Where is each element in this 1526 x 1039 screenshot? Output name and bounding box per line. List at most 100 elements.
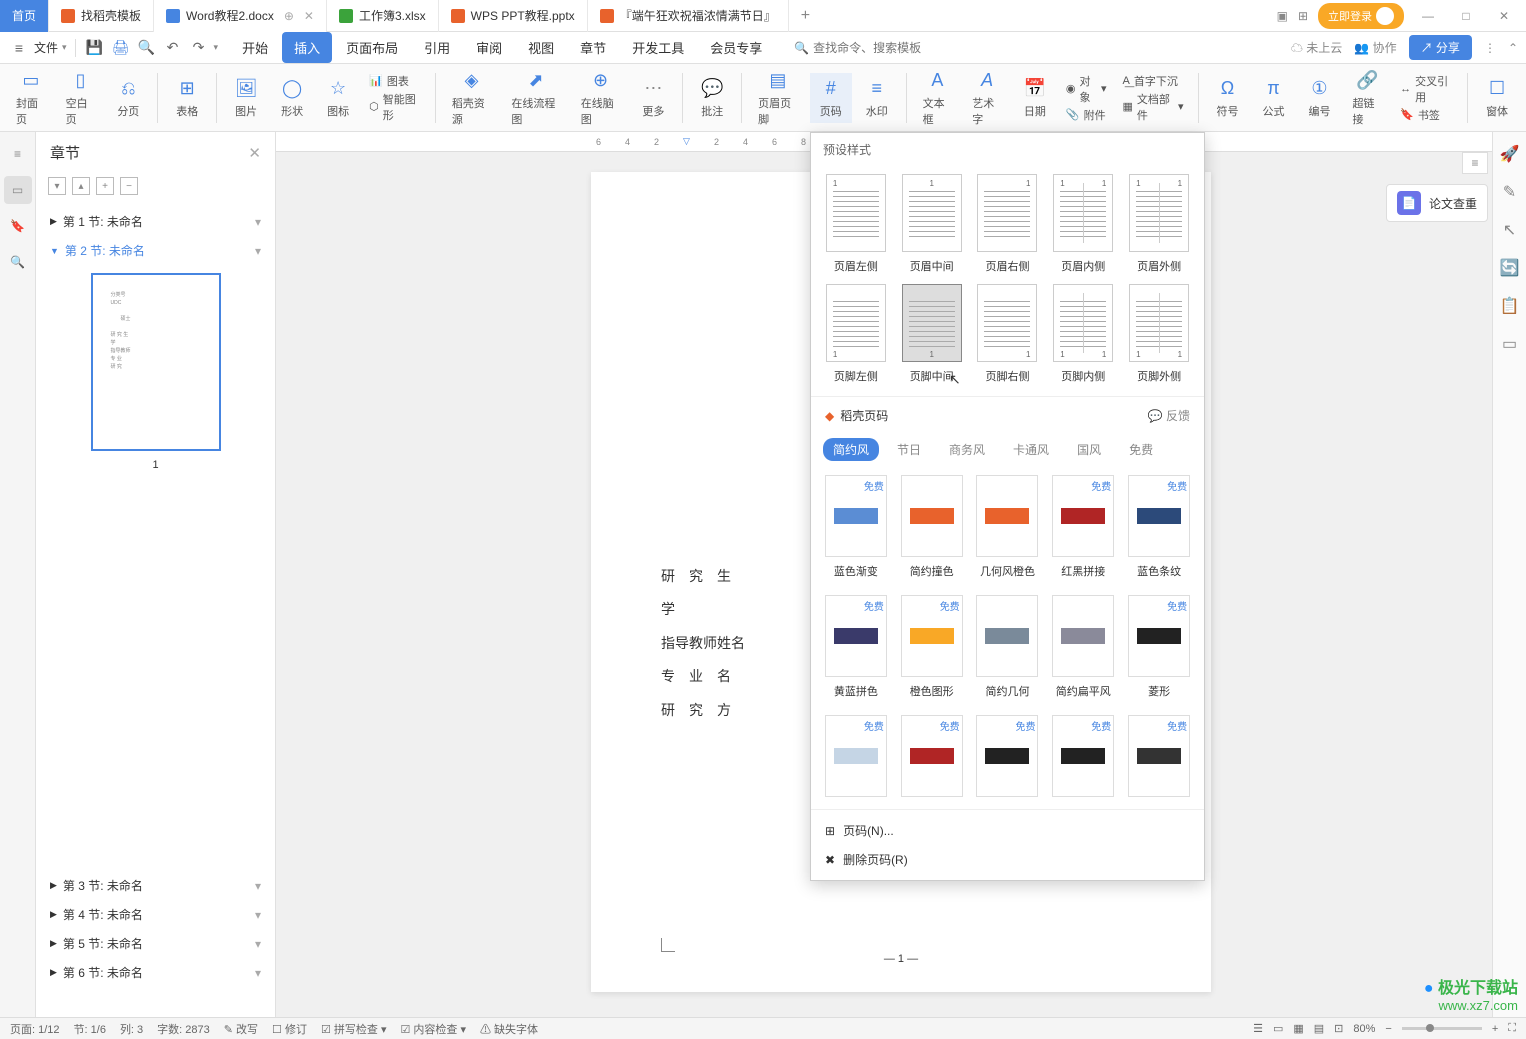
mindmap-button[interactable]: ⊕在线脑图 [573, 65, 629, 131]
pen-icon[interactable]: ✎ [1503, 182, 1516, 202]
chapter-item[interactable]: ▼第 2 节: 未命名▾ [36, 236, 275, 265]
bookmark-icon[interactable]: 🔖 [4, 212, 32, 240]
delete-page-number[interactable]: ✖删除页码(R) [811, 845, 1204, 874]
template-item[interactable]: 免费 [1126, 715, 1192, 797]
template-item[interactable]: 简约扁平风 [1050, 595, 1116, 699]
word-count[interactable]: 字数: 2873 [157, 1021, 210, 1037]
page-thumbnail[interactable]: 分类号UDC 硕士研 究 生学指导教师专 业研 究 [91, 273, 221, 451]
remove-section-icon[interactable]: − [120, 177, 138, 195]
tab-start[interactable]: 开始 [230, 32, 280, 63]
apps-icon[interactable]: ⊞ [1298, 9, 1308, 23]
filter-tag[interactable]: 国风 [1067, 438, 1111, 461]
more-icon[interactable]: ⋮ [1484, 41, 1496, 55]
cover-page-button[interactable]: ▭封面页 [8, 65, 54, 131]
zoom-in-icon[interactable]: + [1492, 1023, 1498, 1035]
crossref-button[interactable]: ↔ 交叉引用 [1400, 73, 1453, 105]
view-page-icon[interactable]: ▭ [1273, 1022, 1283, 1035]
tab-ppt2[interactable]: 『端午狂欢祝福浓情满节日』 [588, 0, 789, 32]
tab-layout[interactable]: 页面布局 [334, 32, 410, 63]
maximize-button[interactable]: □ [1452, 2, 1480, 30]
preset-item[interactable]: 1页眉左侧 [823, 174, 889, 274]
filter-tag[interactable]: 商务风 [939, 438, 995, 461]
section-info[interactable]: 节: 1/6 [74, 1021, 106, 1037]
tab-member[interactable]: 会员专享 [698, 32, 774, 63]
filter-tag[interactable]: 免费 [1119, 438, 1163, 461]
tab-chapter[interactable]: 章节 [568, 32, 618, 63]
zoom-fit-icon[interactable]: ⊡ [1334, 1022, 1343, 1035]
redo-icon[interactable]: ↷ [188, 37, 210, 59]
preset-item[interactable]: 11页眉外侧 [1126, 174, 1192, 274]
preset-item[interactable]: 11页眉内侧 [1050, 174, 1116, 274]
hamburger-icon[interactable]: ≡ [8, 37, 30, 59]
paper-check-button[interactable]: 📄 论文查重 [1386, 184, 1488, 222]
template-item[interactable]: 免费蓝色条纹 [1126, 475, 1192, 579]
tab-insert[interactable]: 插入 [282, 32, 332, 63]
symbol-button[interactable]: Ω符号 [1206, 73, 1248, 123]
view-web-icon[interactable]: ▦ [1293, 1022, 1303, 1035]
filter-tag[interactable]: 卡通风 [1003, 438, 1059, 461]
page-number-button[interactable]: #页码 [810, 73, 852, 123]
object-button[interactable]: ◉ 对象 ▾ [1066, 73, 1107, 105]
chapter-icon[interactable]: ▭ [4, 176, 32, 204]
panel-icon[interactable]: ▭ [1502, 334, 1517, 354]
textbox-button[interactable]: A文本框 [915, 65, 961, 131]
template-item[interactable]: 简约撞色 [899, 475, 965, 579]
preset-item[interactable]: 1页脚右侧 [975, 284, 1041, 384]
formula-button[interactable]: π公式 [1252, 73, 1294, 123]
chart-button[interactable]: 📊 图表 [369, 73, 421, 89]
template-item[interactable]: 免费红黑拼接 [1050, 475, 1116, 579]
add-section-icon[interactable]: + [96, 177, 114, 195]
preset-item[interactable]: 1页眉右侧 [975, 174, 1041, 274]
search-input[interactable] [813, 41, 953, 55]
collapse-ribbon-icon[interactable]: ⌃ [1508, 41, 1518, 55]
date-button[interactable]: 📅日期 [1014, 73, 1056, 123]
clipboard-icon[interactable]: 📋 [1500, 296, 1520, 316]
preset-item[interactable]: 11页脚内侧 [1050, 284, 1116, 384]
filter-tag[interactable]: 简约风 [823, 438, 879, 461]
column-info[interactable]: 列: 3 [120, 1021, 143, 1037]
tab-pin-icon[interactable]: ⊕ [284, 9, 294, 23]
template-item[interactable]: 免费橙色图形 [899, 595, 965, 699]
preset-item[interactable]: 11页脚外侧 [1126, 284, 1192, 384]
revision-button[interactable]: ☐ 修订 [272, 1021, 307, 1037]
zoom-slider[interactable] [1402, 1027, 1482, 1030]
tab-ppt1[interactable]: WPS PPT教程.pptx [439, 0, 588, 32]
spellcheck-button[interactable]: ☑ 拼写检查 ▾ [321, 1021, 387, 1037]
smartart-button[interactable]: ⬡ 智能图形 [369, 91, 421, 123]
find-icon[interactable]: 🔍 [4, 248, 32, 276]
tab-view[interactable]: 视图 [516, 32, 566, 63]
bookmark-button[interactable]: 🔖 书签 [1400, 107, 1453, 123]
tab-close-icon[interactable]: ✕ [304, 9, 314, 23]
hyperlink-button[interactable]: 🔗超链接 [1344, 65, 1390, 131]
file-menu[interactable]: 文件 [34, 39, 58, 56]
expand-all-icon[interactable]: ▾ [48, 177, 66, 195]
template-item[interactable]: 免费 [975, 715, 1041, 797]
page-info[interactable]: 页面: 1/12 [10, 1021, 60, 1037]
new-tab-button[interactable]: + [789, 7, 822, 25]
collapse-all-icon[interactable]: ▴ [72, 177, 90, 195]
contentcheck-button[interactable]: ☑ 内容检查 ▾ [400, 1021, 466, 1037]
shape-button[interactable]: ◯形状 [271, 73, 313, 123]
zoom-out-icon[interactable]: − [1385, 1023, 1391, 1035]
feedback-button[interactable]: 💬 反馈 [1148, 407, 1190, 424]
page-number-settings[interactable]: ⊞页码(N)... [811, 816, 1204, 845]
translate-icon[interactable]: 🔄 [1500, 258, 1520, 278]
rewrite-button[interactable]: ✎ 改写 [224, 1021, 258, 1037]
view-outline-icon[interactable]: ▤ [1314, 1022, 1324, 1035]
preview-icon[interactable]: 🔍 [136, 37, 158, 59]
icons-button[interactable]: ☆图标 [317, 73, 359, 123]
tab-word-doc[interactable]: Word教程2.docx⊕✕ [154, 0, 327, 32]
template-item[interactable]: 简约几何 [975, 595, 1041, 699]
search-box[interactable]: 🔍 [794, 41, 953, 55]
more-button[interactable]: ⋯更多 [632, 73, 674, 123]
outline-icon[interactable]: ≡ [4, 140, 32, 168]
rocket-icon[interactable]: 🚀 [1500, 144, 1520, 164]
view-mode-icon[interactable]: ☰ [1253, 1022, 1263, 1035]
picture-button[interactable]: 🖼图片 [225, 73, 267, 123]
attachment-button[interactable]: 📎 附件 [1066, 107, 1107, 123]
zoom-level[interactable]: 80% [1353, 1023, 1375, 1035]
dropcap-button[interactable]: A͟ 首字下沉 [1123, 73, 1184, 89]
wordart-button[interactable]: A艺术字 [964, 65, 1010, 131]
template-item[interactable]: 几何风橙色 [975, 475, 1041, 579]
tab-review[interactable]: 审阅 [464, 32, 514, 63]
